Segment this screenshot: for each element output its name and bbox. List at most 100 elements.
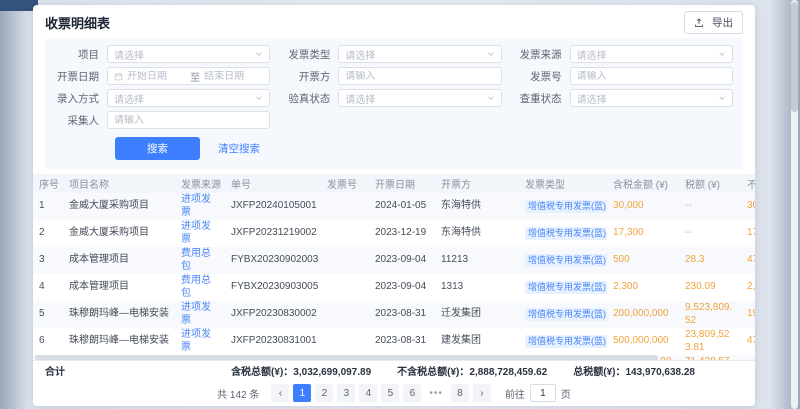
invoice-type-tag: 增值税专用发票(蓝) <box>525 335 607 348</box>
cell-type: 增值税专用发票(蓝) <box>519 193 607 220</box>
col-invoice: 发票号 <box>321 174 369 193</box>
issuer-input-wrap <box>338 67 501 85</box>
more-pages-icon[interactable]: ••• <box>425 384 447 402</box>
cell-source: 费用总包 <box>175 247 225 274</box>
project-select[interactable]: 请选择 <box>107 45 270 63</box>
cell-tax: 28.3 <box>679 247 741 274</box>
start-date-input[interactable] <box>127 71 186 82</box>
calendar-icon <box>114 72 123 81</box>
cell-no: 3 <box>33 247 63 274</box>
cell-project: 金威大厦采购项目 <box>63 193 175 220</box>
export-button[interactable]: 导出 <box>684 11 743 34</box>
search-button[interactable]: 搜索 <box>115 137 200 160</box>
date-range-separator: 至 <box>186 69 204 84</box>
entry-method-select[interactable]: 请选择 <box>107 89 270 107</box>
verify-status-label: 验真状态 <box>280 91 338 106</box>
chevron-down-icon <box>718 50 726 58</box>
page-button-6[interactable]: 6 <box>403 384 421 402</box>
cell-project: 珠穆朗玛峰—电梯安装 <box>63 328 175 355</box>
col-date: 开票日期 <box>369 174 435 193</box>
cell-no: 4 <box>33 274 63 301</box>
invoice-type-tag: 增值税专用发票(蓝) <box>525 254 607 267</box>
field-invoice-no: 发票号 <box>512 67 733 85</box>
total-tax-value: 143,970,638.28 <box>625 367 695 378</box>
cell-type: 增值税专用发票(蓝) <box>519 328 607 355</box>
end-date-input[interactable] <box>204 71 263 82</box>
cell-date: 2023-08-31 <box>369 301 435 328</box>
entry-method-label: 录入方式 <box>49 91 107 106</box>
invoice-type-tag: 增值税专用发票(蓝) <box>525 281 607 294</box>
invoice-source-select[interactable]: 请选择 <box>570 45 733 63</box>
invoice-date-range[interactable]: 至 <box>107 67 270 85</box>
issuer-label: 开票方 <box>280 69 338 84</box>
cell-net: 1,428,571,428.57 <box>741 355 755 360</box>
collector-input[interactable] <box>114 115 263 126</box>
cell-type: 增值税专用发票(蓝) <box>519 247 607 274</box>
table-row[interactable]: 3 成本管理项目 费用总包 FYBX20230902003 2023-09-04… <box>33 247 755 274</box>
chevron-down-icon <box>255 94 263 102</box>
cell-net: 471.7 <box>741 247 755 274</box>
export-label: 导出 <box>712 15 733 30</box>
scrollbar-thumb[interactable] <box>35 355 658 360</box>
table-row[interactable]: 1 金威大厦采购项目 进项发票 JXFP20240105001 2024-01-… <box>33 193 755 220</box>
cell-issuer: 建发集团 <box>435 328 519 355</box>
cell-order: JXFP20231219002 <box>225 220 321 247</box>
invoice-type-select[interactable]: 请选择 <box>338 45 501 63</box>
clear-search-button[interactable]: 清空搜索 <box>218 141 260 156</box>
cell-project: 成本管理项目 <box>63 247 175 274</box>
cell-date: 2023-08-31 <box>369 328 435 355</box>
next-page-button[interactable]: › <box>473 384 491 402</box>
cell-project: 成本管理项目 <box>63 274 175 301</box>
invoice-date-label: 开票日期 <box>49 69 107 84</box>
page-button-2[interactable]: 2 <box>315 384 333 402</box>
invoice-source-placeholder: 请选择 <box>577 47 607 62</box>
total-excl-tax: 不含税总额(¥)：2,888,728,459.62 <box>397 363 547 378</box>
cell-issuer: 迁发集团 <box>435 301 519 328</box>
page-button-last[interactable]: 8 <box>451 384 469 402</box>
table-row[interactable]: 4 成本管理项目 费用总包 FYBX20230903005 2023-09-04… <box>33 274 755 301</box>
page-button-4[interactable]: 4 <box>359 384 377 402</box>
total-incl-tax-value: 3,032,699,097.89 <box>293 367 371 378</box>
summary-row: 合计 含税总额(¥)：3,032,699,097.89 不含税总额(¥)：2,8… <box>33 360 755 380</box>
collector-input-wrap <box>107 111 270 129</box>
page-button-1[interactable]: 1 <box>293 384 311 402</box>
page-button-3[interactable]: 3 <box>337 384 355 402</box>
invoice-no-input[interactable] <box>577 71 726 82</box>
issuer-input[interactable] <box>345 71 494 82</box>
cell-no: 2 <box>33 220 63 247</box>
cell-source: 进项发票 <box>175 193 225 220</box>
col-net: 不含税金额 (¥) <box>741 174 755 193</box>
cell-date: 2024-01-05 <box>369 193 435 220</box>
table-row[interactable]: 5 珠穆朗玛峰—电梯安装 进项发票 JXFP20230830002 2023-0… <box>33 301 755 328</box>
cell-type: 增值税专用发票(蓝) <box>519 301 607 328</box>
cell-order: FYBX20230902003 <box>225 247 321 274</box>
table-row[interactable]: 2 金威大厦采购项目 进项发票 JXFP20231219002 2023-12-… <box>33 220 755 247</box>
cell-issuer: 1313 <box>435 274 519 301</box>
dup-status-select[interactable]: 请选择 <box>570 89 733 107</box>
chevron-down-icon <box>487 94 495 102</box>
cell-invoice <box>321 193 369 220</box>
invoice-detail-panel: 收票明细表 导出 项目 请选择 发票类型 请选择 <box>33 5 755 406</box>
chevron-down-icon <box>718 94 726 102</box>
filter-panel: 项目 请选择 发票类型 请选择 发票来源 请选择 <box>45 38 743 169</box>
total-tax-label: 总税额(¥)： <box>573 367 625 378</box>
page-vertical-scrollbar[interactable] <box>791 0 798 409</box>
cell-net: 190,476,190.48 <box>741 301 755 328</box>
prev-page-button[interactable]: ‹ <box>271 384 289 402</box>
table-row[interactable]: 6 珠穆朗玛峰—电梯安装 进项发票 JXFP20230831001 2023-0… <box>33 328 755 355</box>
cell-date: 2023-09-04 <box>369 274 435 301</box>
scrollbar-thumb[interactable] <box>791 2 798 112</box>
export-icon <box>694 18 704 28</box>
cell-issuer: 东海特供 <box>435 193 519 220</box>
field-collector: 采集人 <box>49 111 270 129</box>
verify-status-select[interactable]: 请选择 <box>338 89 501 107</box>
cell-order: JXFP20230831001 <box>225 328 321 355</box>
goto-page-input[interactable] <box>530 384 556 402</box>
cell-amount: 200,000,000 <box>607 301 679 328</box>
cell-tax: 23,809,523.81 <box>679 328 741 355</box>
table-horizontal-scrollbar[interactable] <box>35 355 743 360</box>
cell-no: 6 <box>33 328 63 355</box>
page-button-5[interactable]: 5 <box>381 384 399 402</box>
invoice-no-label: 发票号 <box>512 69 570 84</box>
cell-type: 增值税专用发票(蓝) <box>519 274 607 301</box>
